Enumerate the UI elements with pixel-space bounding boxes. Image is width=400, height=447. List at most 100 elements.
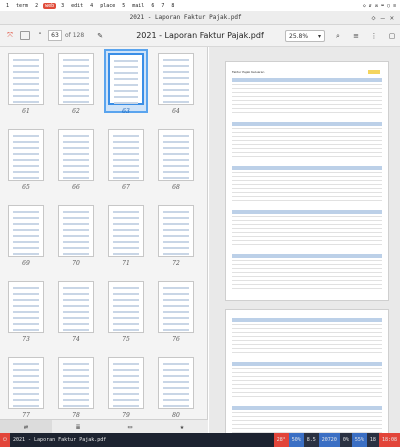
window-title: 2021 - Laporan Faktur Pajak.pdf [129, 14, 242, 21]
page-number-input[interactable]: 63 [48, 30, 62, 41]
thumbnail-page[interactable]: 64 [156, 51, 196, 115]
tray-icon-1[interactable]: ◇ [363, 3, 366, 9]
thumbnail-line [13, 177, 39, 179]
workspace-6[interactable]: 6 [149, 3, 156, 9]
tray-icon-2[interactable]: ⇵ [369, 3, 372, 9]
thumbnail-line [13, 101, 39, 103]
thumbnail-page[interactable]: 75 [106, 279, 146, 343]
workspace-term[interactable]: term [14, 3, 30, 9]
workspace-web[interactable]: web [43, 2, 57, 9]
tab-annotations[interactable]: ▭ [104, 420, 156, 433]
thumbnail-page[interactable]: 70 [56, 203, 96, 267]
thumbnail-line [163, 59, 189, 61]
workspace-5[interactable]: 5 [120, 3, 127, 9]
tab-thumbnails[interactable]: ⇄ [0, 420, 52, 433]
workspace-7[interactable]: 7 [159, 3, 166, 9]
thumbnail-line [63, 101, 89, 103]
chevron-down-icon: ▾ [317, 32, 321, 40]
thumbnail-line [63, 77, 89, 79]
power-icon[interactable]: ⏻ [0, 433, 10, 447]
workspace-4[interactable]: 4 [88, 3, 95, 9]
thumbnail-line [163, 317, 189, 319]
thumbnail-line [163, 399, 189, 401]
thumbnail-page[interactable]: 76 [156, 279, 196, 343]
menu-icon[interactable]: ≡ [350, 30, 362, 42]
thumbnail-page[interactable]: 65 [6, 127, 46, 191]
workspace-place[interactable]: place [98, 3, 117, 9]
workspace-1[interactable]: 1 [4, 3, 11, 9]
thumbnail-line [113, 387, 139, 389]
thumbnail-line [163, 375, 189, 377]
thumbnail-page-number: 66 [72, 184, 80, 191]
search-icon[interactable]: ⌕ [332, 30, 344, 42]
thumbnail-line [163, 387, 189, 389]
thumbnail-page[interactable]: 79 [106, 355, 146, 419]
thumbnail-line [113, 159, 139, 161]
thumbnail-line [163, 153, 189, 155]
thumbnail-line [13, 135, 39, 137]
thumbnail-page[interactable]: 61 [6, 51, 46, 115]
thumbnail-page[interactable]: 66 [56, 127, 96, 191]
workspace-mail[interactable]: mail [130, 3, 146, 9]
app-icon: ⤧ [7, 31, 13, 39]
thumbnail-image [108, 53, 144, 105]
pencil-icon[interactable]: ✎ [94, 30, 106, 42]
thumbnail-page[interactable]: 72 [156, 203, 196, 267]
fullscreen-icon[interactable]: ▢ [386, 30, 398, 42]
thumbnail-page-number: 69 [22, 260, 30, 267]
table-row [232, 128, 382, 129]
tab-outline[interactable]: ≣ [52, 420, 104, 433]
thumbnail-page[interactable]: 80 [156, 355, 196, 419]
thumbnail-line [163, 171, 189, 173]
thumbnail-line [13, 59, 39, 61]
pin-icon[interactable]: ◇ [371, 14, 375, 22]
thumbnail-page[interactable]: 68 [156, 127, 196, 191]
thumbnail-page[interactable]: 74 [56, 279, 96, 343]
document-view[interactable]: Faktur Pajak Keluaran [209, 47, 400, 433]
thumbnail-page[interactable]: 69 [6, 203, 46, 267]
thumbnail-line [114, 60, 138, 62]
kebab-icon[interactable]: ⋮ [368, 30, 380, 42]
thumbnail-page[interactable]: 73 [6, 279, 46, 343]
thumbnail-page[interactable]: 67 [106, 127, 146, 191]
thumbnail-image [58, 129, 94, 181]
thumbnail-page[interactable]: 78 [56, 355, 96, 419]
thumbnail-page[interactable]: 77 [6, 355, 46, 419]
workspace-edit[interactable]: edit [69, 3, 85, 9]
thumbnail-page[interactable]: 71 [106, 203, 146, 267]
table-row [232, 260, 382, 261]
table-row [232, 240, 382, 241]
close-icon[interactable]: ✕ [390, 14, 394, 22]
status-mem: 20720 [318, 433, 340, 447]
table-row [232, 332, 382, 333]
sidebar-toggle-icon[interactable] [20, 31, 30, 40]
thumbnail-line [63, 375, 89, 377]
zoom-select[interactable]: 25.8% ▾ [285, 30, 325, 42]
thumbnail-line [163, 299, 189, 301]
table-row [232, 188, 382, 189]
tray-icon-3[interactable]: ✉ [375, 3, 378, 9]
table-row [232, 328, 382, 329]
tray-icon-4[interactable]: ⌨ [381, 3, 384, 9]
workspace-3[interactable]: 3 [59, 3, 66, 9]
thumbnail-line [13, 311, 39, 313]
table-row [232, 280, 382, 281]
workspace-2[interactable]: 2 [33, 3, 40, 9]
tray-icon-6[interactable]: ≡ [393, 3, 396, 9]
table-row [232, 196, 382, 197]
up-icon[interactable]: ˄ [34, 30, 46, 42]
thumbnails-icon: ⇄ [23, 422, 29, 431]
thumbnail-line [13, 147, 39, 149]
thumbnail-page-number: 67 [122, 184, 130, 191]
tray-icon-5[interactable]: ○ [387, 3, 390, 9]
thumbnail-image [58, 205, 94, 257]
thumbnail-page[interactable]: 63 [104, 49, 148, 115]
thumbnail-page[interactable]: 62 [56, 51, 96, 115]
taskbar-window-title[interactable]: 2021 - Laporan Faktur Pajak.pdf [10, 433, 274, 447]
tab-bookmarks[interactable]: ★ [156, 420, 208, 433]
thumbnail-line [163, 235, 189, 237]
thumbnail-line [63, 253, 89, 255]
table-row [232, 184, 382, 185]
minimize-icon[interactable]: — [381, 14, 385, 22]
workspace-8[interactable]: 8 [169, 3, 176, 9]
